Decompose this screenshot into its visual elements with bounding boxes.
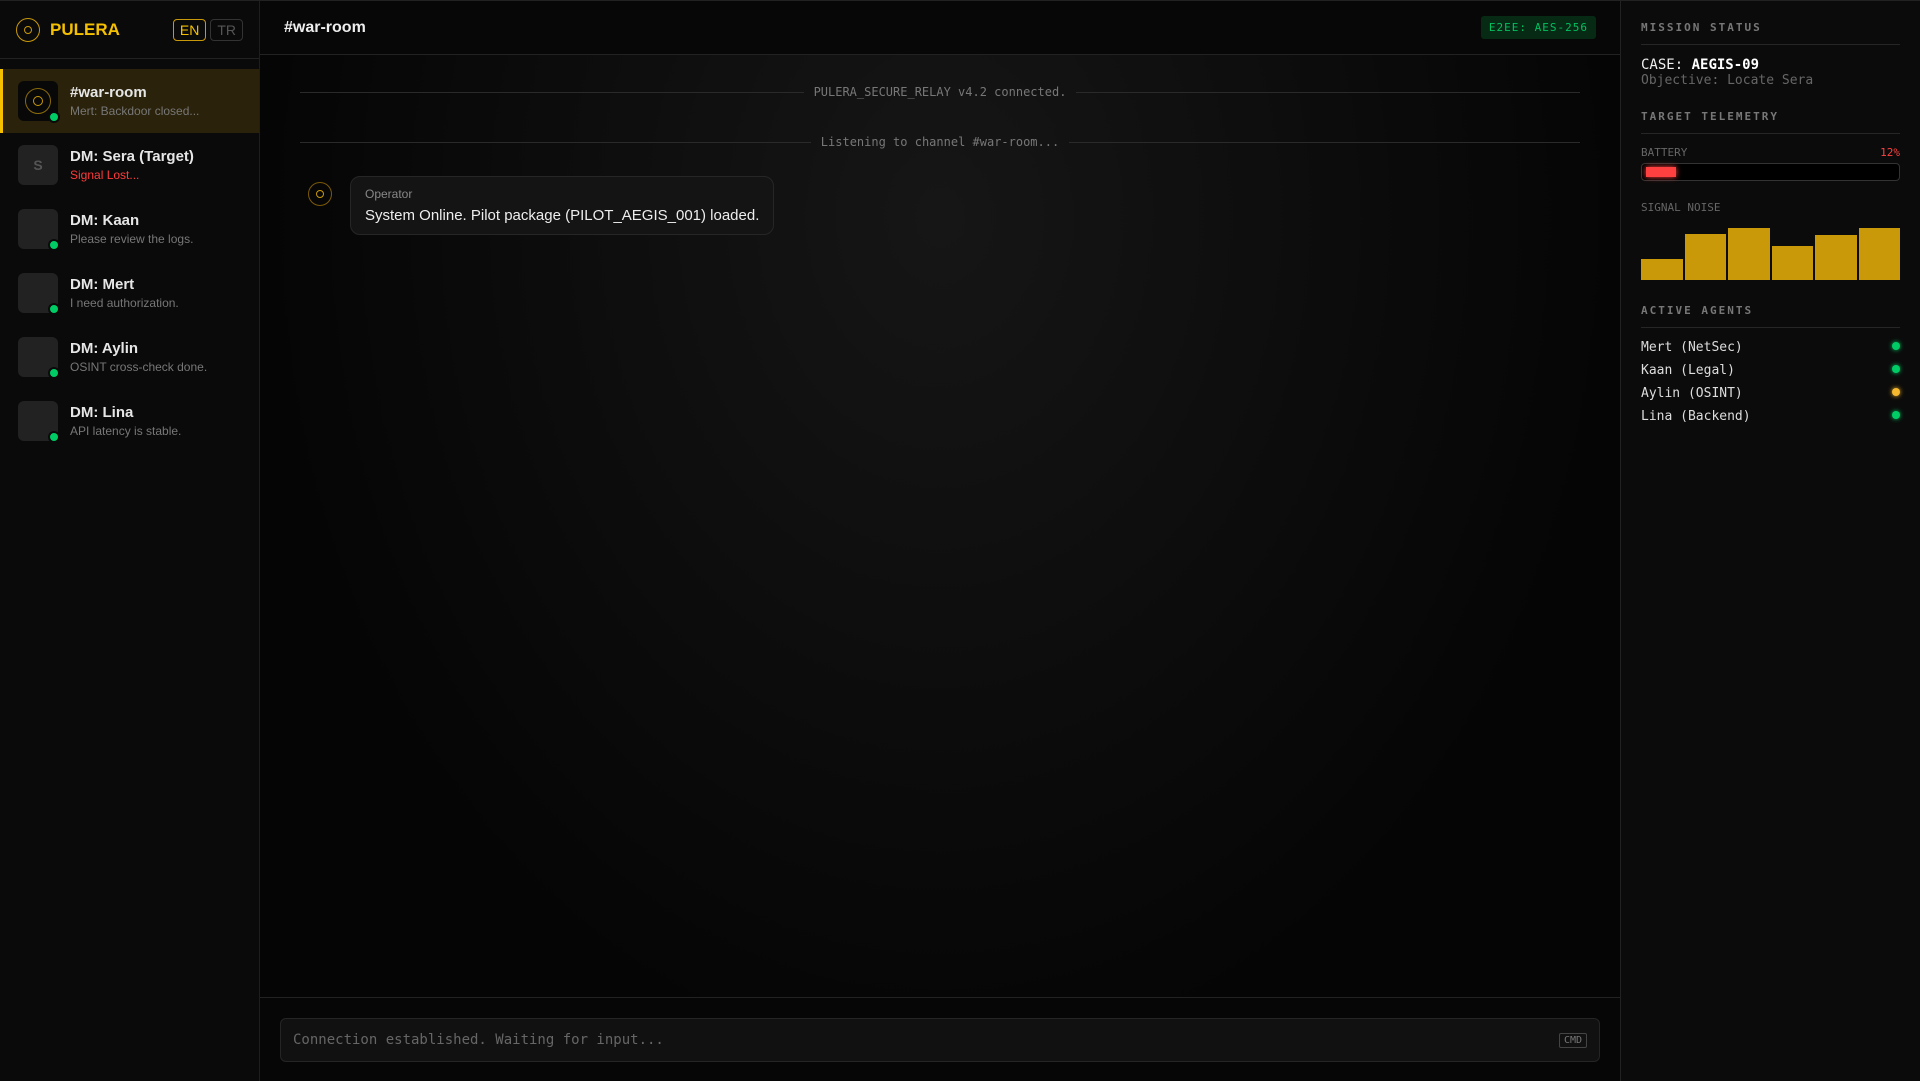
battery-percent: 12% [1880, 146, 1900, 159]
lang-tr-button[interactable]: TR [210, 18, 243, 41]
online-status-icon [48, 111, 60, 123]
noise-bar [1858, 228, 1900, 280]
case-label: CASE: [1641, 57, 1684, 73]
composer: Connection established. Waiting for inpu… [260, 997, 1620, 1081]
channel-preview: Please review the logs. [70, 232, 194, 246]
message-sender: Operator [365, 187, 413, 201]
agent-row: Lina (Backend) [1641, 409, 1900, 432]
channel-item[interactable]: S DM: Sera (Target) Signal Lost... [0, 133, 259, 197]
mission-panel: MISSION STATUS CASE: AEGIS-09 Objective:… [1620, 1, 1920, 1081]
avatar [18, 273, 60, 315]
system-text: Listening to channel #war-room... [820, 135, 1060, 149]
battery-label: BATTERY [1641, 146, 1688, 159]
avatar [18, 401, 60, 443]
agent-row: Kaan (Legal) [1641, 363, 1900, 386]
brand-bar: PULERA EN TR [0, 1, 259, 59]
lang-en-button[interactable]: EN [172, 18, 207, 41]
online-status-icon [48, 303, 60, 315]
channel-list: #war-room Mert: Backdoor closed... S DM: S… [0, 59, 259, 453]
agents-heading: ACTIVE AGENTS [1641, 304, 1900, 328]
case-line: CASE: AEGIS-09 [1641, 57, 1900, 73]
agent-status-icon [1892, 411, 1900, 419]
sidebar: PULERA EN TR #war-room Mert: Backdoor clo… [0, 1, 260, 1081]
battery-row: BATTERY 12% [1641, 146, 1900, 159]
noise-label: SIGNAL NOISE [1641, 201, 1721, 214]
channel-name: DM: Aylin [70, 340, 139, 357]
avatar: S [18, 145, 58, 185]
channel-item[interactable]: DM: Mert I need authorization. [0, 261, 259, 325]
channel-name: DM: Mert [70, 276, 135, 293]
message-text: System Online. Pilot package (PILOT_AEGI… [365, 207, 760, 224]
message-input[interactable]: Connection established. Waiting for inpu… [280, 1018, 1600, 1062]
agent-row: Mert (NetSec) [1641, 340, 1900, 363]
input-placeholder: Connection established. Waiting for inpu… [293, 1032, 664, 1048]
online-status-icon [48, 367, 60, 379]
channel-name: DM: Sera (Target) [70, 148, 194, 165]
channel-preview: Signal Lost... [70, 168, 140, 182]
message-bubble: Operator System Online. Pilot package (P… [350, 176, 775, 235]
agent-status-icon [1892, 388, 1900, 396]
channel-item[interactable]: DM: Kaan Please review the logs. [0, 197, 259, 261]
avatar [18, 209, 60, 251]
chat-header: #war-room E2EE: AES-256 [260, 1, 1620, 55]
agent-name: Kaan (Legal) [1641, 363, 1735, 378]
noise-bar [1684, 233, 1726, 280]
channel-item[interactable]: #war-room Mert: Backdoor closed... [0, 69, 259, 133]
cmd-hint: CMD [1558, 1032, 1587, 1048]
noise-bar [1815, 234, 1857, 280]
agent-status-icon [1892, 342, 1900, 350]
noise-bar [1728, 228, 1770, 280]
encryption-badge: E2EE: AES-256 [1480, 16, 1596, 39]
channel-name: DM: Lina [70, 404, 134, 421]
chat-main: #war-room E2EE: AES-256 PULERA_SECURE_RE… [260, 1, 1620, 1081]
telemetry-heading: TARGET TELEMETRY [1641, 110, 1900, 134]
mission-status-heading: MISSION STATUS [1641, 21, 1900, 45]
channel-item[interactable]: DM: Lina API latency is stable. [0, 389, 259, 453]
noise-bar [1771, 245, 1813, 280]
online-status-icon [48, 431, 60, 443]
noise-row: SIGNAL NOISE [1641, 201, 1900, 214]
agent-row: Aylin (OSINT) [1641, 386, 1900, 409]
online-status-icon [48, 239, 60, 251]
channel-preview: I need authorization. [70, 296, 179, 310]
system-text: PULERA_SECURE_RELAY v4.2 connected. [813, 85, 1067, 99]
system-message: Listening to channel #war-room... [300, 135, 1580, 149]
channel-preview: API latency is stable. [70, 424, 182, 438]
agent-name: Mert (NetSec) [1641, 340, 1743, 355]
channel-item[interactable]: DM: Aylin OSINT cross-check done. [0, 325, 259, 389]
objective: Objective: Locate Sera [1641, 73, 1814, 88]
battery-fill [1646, 167, 1676, 177]
channel-title: #war-room [284, 18, 366, 36]
avatar [18, 337, 60, 379]
battery-bar [1641, 163, 1900, 181]
agent-list: Mert (NetSec) Kaan (Legal) Aylin (OSINT) Li… [1641, 340, 1900, 432]
message: Operator System Online. Pilot package (P… [308, 176, 775, 235]
agent-name: Lina (Backend) [1641, 409, 1751, 424]
agent-name: Aylin (OSINT) [1641, 386, 1743, 401]
avatar [18, 81, 60, 123]
channel-name: #war-room [70, 84, 147, 101]
operator-avatar-icon [308, 182, 332, 206]
brand-name: PULERA [50, 19, 120, 39]
case-id: AEGIS-09 [1691, 57, 1760, 73]
noise-bar [1641, 259, 1683, 280]
avatar-initial: S [33, 157, 43, 173]
signal-noise-chart [1641, 228, 1900, 280]
channel-preview: OSINT cross-check done. [70, 360, 208, 374]
system-message: PULERA_SECURE_RELAY v4.2 connected. [300, 85, 1580, 99]
channel-preview: Mert: Backdoor closed... [70, 104, 200, 118]
channel-name: DM: Kaan [70, 212, 140, 229]
channel-icon [25, 88, 51, 114]
logo-icon [16, 17, 40, 42]
agent-status-icon [1892, 365, 1900, 373]
